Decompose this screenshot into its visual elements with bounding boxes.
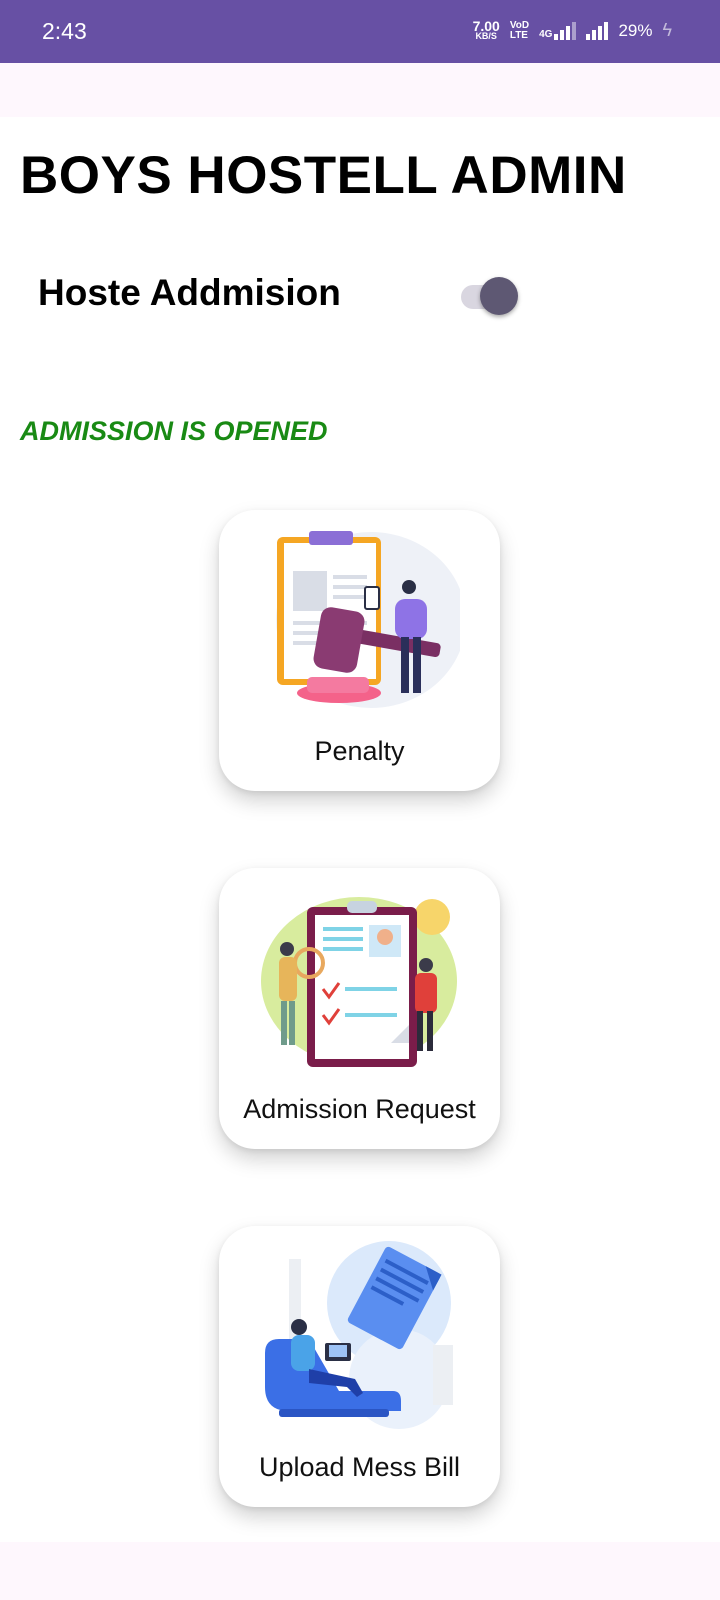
gavel-document-illustration: [276, 531, 460, 708]
status-icons: 7.00 KB/S VoD LTE 4G 29% ϟ: [472, 17, 672, 41]
signal-icon: [586, 21, 609, 40]
volte-icon: VoD LTE: [509, 19, 530, 41]
network-type: 4G: [539, 28, 553, 40]
page-title: BOYS HOSTELL ADMIN: [20, 146, 627, 205]
admission-request-label: Admission Request: [243, 1094, 476, 1124]
network-speed-value: 7.00: [472, 17, 500, 34]
penalty-card[interactable]: Penalty: [219, 510, 500, 791]
upload-mess-bill-card[interactable]: Upload Mess Bill: [219, 1226, 500, 1507]
app-bar: [0, 63, 720, 117]
admission-toggle-switch[interactable]: [458, 277, 520, 317]
upload-mess-bill-label: Upload Mess Bill: [258, 1452, 461, 1482]
status-bar: 2:43 7.00 KB/S VoD LTE 4G 29% ϟ: [0, 0, 720, 63]
penalty-label: Penalty: [314, 736, 405, 766]
status-time: 2:43: [42, 18, 87, 44]
volte-bottom: LTE: [509, 29, 528, 41]
admission-request-card[interactable]: Admission Request: [219, 868, 500, 1149]
network-speed-unit: KB/S: [475, 30, 497, 41]
signal-icon: 4G: [539, 21, 577, 40]
application-form-illustration: [261, 897, 457, 1067]
admission-status-text: ADMISSION IS OPENED: [20, 416, 328, 446]
upload-document-illustration: [265, 1241, 453, 1429]
volte-top: VoD: [509, 19, 530, 31]
charging-icon: ϟ: [662, 20, 672, 40]
battery-level: 29%: [618, 20, 653, 40]
switch-thumb: [480, 277, 518, 315]
admission-toggle-label: Hoste Addmision: [38, 272, 341, 313]
network-speed: 7.00 KB/S: [472, 17, 500, 41]
bottom-bar: [0, 1542, 720, 1600]
